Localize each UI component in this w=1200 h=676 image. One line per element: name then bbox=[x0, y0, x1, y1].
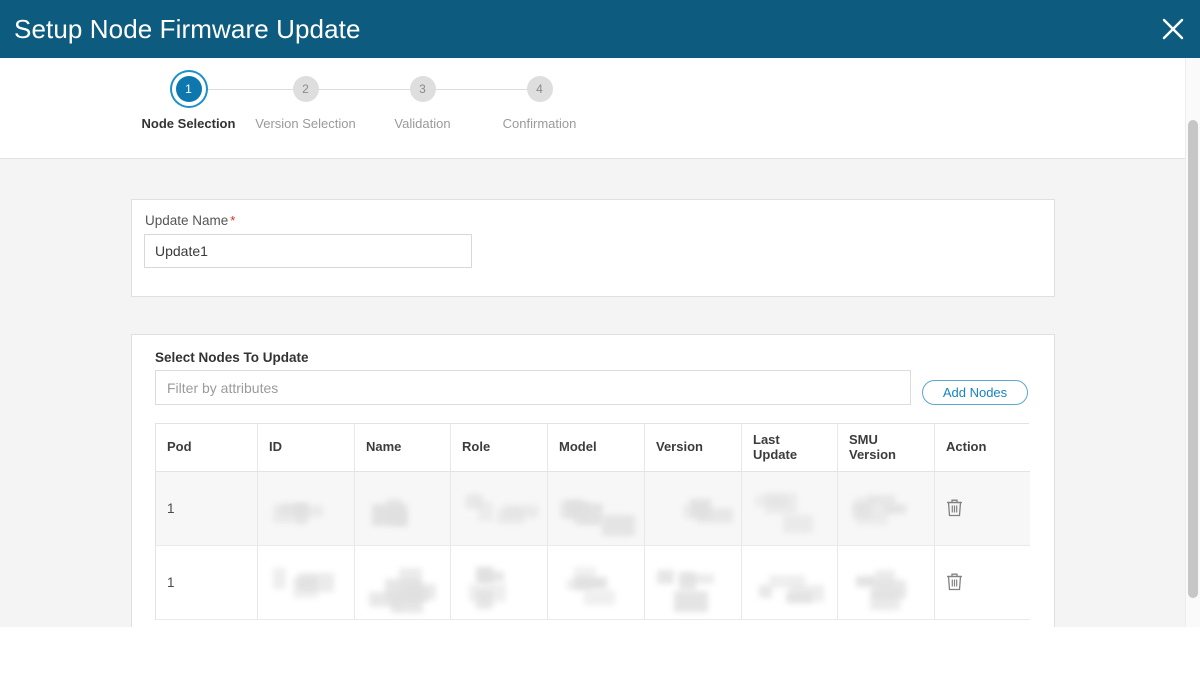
required-asterisk: * bbox=[230, 213, 236, 228]
redacted-value bbox=[462, 557, 536, 609]
trash-icon[interactable] bbox=[946, 498, 963, 520]
table-body: 11 bbox=[156, 472, 1030, 620]
trash-icon[interactable] bbox=[946, 572, 963, 594]
stepper-step-label: Validation bbox=[394, 116, 451, 131]
table-column-header: SMU Version bbox=[838, 424, 935, 471]
table-column-header: Last Update bbox=[742, 424, 838, 471]
dialog-title: Setup Node Firmware Update bbox=[14, 14, 361, 44]
stepper-step-label: Node Selection bbox=[141, 116, 236, 131]
table-cell-name bbox=[355, 472, 451, 545]
update-name-input[interactable] bbox=[144, 234, 472, 268]
table-header-row: Pod ID Name Role Model Version Last Update SMU … bbox=[156, 424, 1030, 472]
dialog-titlebar: Setup Node Firmware Update bbox=[0, 0, 1200, 58]
table-column-header: Version bbox=[645, 424, 742, 471]
stepper-step-3[interactable]: 3 Validation bbox=[364, 76, 540, 131]
stepper-step-number: 3 bbox=[409, 76, 436, 102]
nodes-table: Pod ID Name Role Model Version Last Update SMU … bbox=[155, 423, 1030, 620]
table-column-header: Model bbox=[548, 424, 645, 471]
table-column-header: Action bbox=[946, 439, 987, 455]
table-cell-id bbox=[258, 472, 355, 545]
table-cell-role bbox=[451, 546, 548, 619]
table-cell-role bbox=[451, 472, 548, 545]
stepper-step-number: 2 bbox=[292, 76, 319, 102]
redacted-value bbox=[656, 483, 733, 535]
firmware-update-dialog: Setup Node Firmware Update 1 Node Selecti… bbox=[0, 0, 1200, 676]
stepper-step-2[interactable]: 2 Version Selection bbox=[247, 76, 423, 131]
table-cell-last_update bbox=[742, 472, 838, 545]
table-cell-smu_version bbox=[838, 472, 935, 545]
stepper-connector bbox=[188, 89, 306, 90]
redacted-value bbox=[462, 483, 538, 535]
stepper-step-label: Version Selection bbox=[255, 116, 356, 131]
redacted-value bbox=[753, 483, 826, 535]
dialog-footer: Cancel Next bbox=[0, 627, 1200, 676]
wizard-stepper: 1 Node Selection 2 Version Selection 3 Valida… bbox=[0, 58, 1200, 159]
table-column-header: ID bbox=[258, 424, 355, 471]
stepper-step-number: 1 bbox=[175, 76, 202, 102]
filter-input[interactable] bbox=[155, 370, 911, 405]
update-name-label: Update Name * bbox=[145, 214, 235, 228]
redacted-value bbox=[269, 557, 343, 609]
stepper-connector bbox=[422, 89, 540, 90]
stepper-connector bbox=[305, 89, 423, 90]
table-cell-version bbox=[645, 546, 742, 619]
table-cell-pod: 1 bbox=[156, 472, 258, 545]
table-cell-name bbox=[355, 546, 451, 619]
redacted-value bbox=[366, 557, 439, 614]
redacted-value bbox=[366, 483, 439, 535]
table-cell-action bbox=[935, 546, 1030, 619]
select-nodes-title: Select Nodes To Update bbox=[155, 350, 309, 365]
table-cell-version bbox=[645, 472, 742, 545]
redacted-value bbox=[656, 557, 730, 613]
update-name-label-text: Update Name bbox=[145, 213, 229, 228]
table-row[interactable]: 1 bbox=[156, 472, 1030, 546]
stepper-list: 1 Node Selection 2 Version Selection 3 Valida… bbox=[130, 76, 598, 130]
redacted-value bbox=[559, 483, 635, 537]
table-cell-model bbox=[548, 472, 645, 545]
update-name-panel: Update Name * bbox=[131, 199, 1055, 297]
table-cell-smu_version bbox=[838, 546, 935, 619]
redacted-value bbox=[753, 557, 826, 609]
vertical-scrollbar-track[interactable] bbox=[1185, 58, 1200, 627]
select-nodes-panel: Select Nodes To Update Add Nodes PodIDNa… bbox=[131, 334, 1055, 627]
table-row[interactable]: 1 bbox=[156, 546, 1030, 620]
stepper-step-1[interactable]: 1 Node Selection bbox=[130, 76, 306, 131]
table-cell-action bbox=[935, 472, 1030, 545]
table-cell-id bbox=[258, 546, 355, 619]
close-icon[interactable] bbox=[1146, 0, 1200, 58]
redacted-value bbox=[849, 483, 923, 535]
table-cell-last_update bbox=[742, 546, 838, 619]
redacted-value bbox=[269, 483, 343, 535]
dialog-content: Update Name* Select Nodes To Update Add … bbox=[0, 159, 1200, 627]
table-cell-pod: 1 bbox=[156, 546, 258, 619]
stepper-step-label: Confirmation bbox=[502, 116, 577, 131]
redacted-value bbox=[559, 557, 633, 609]
stepper-step-4[interactable]: 4 Confirmation bbox=[481, 76, 598, 130]
add-nodes-button[interactable]: Add Nodes bbox=[922, 380, 1028, 405]
table-column-header: Name bbox=[355, 424, 451, 471]
table-column-header: Role bbox=[451, 424, 548, 471]
table-cell-model bbox=[548, 546, 645, 619]
vertical-scrollbar-thumb[interactable] bbox=[1188, 120, 1198, 598]
table-column-header: Pod bbox=[156, 424, 258, 471]
redacted-value bbox=[849, 557, 923, 611]
stepper-step-number: 4 bbox=[526, 76, 553, 102]
